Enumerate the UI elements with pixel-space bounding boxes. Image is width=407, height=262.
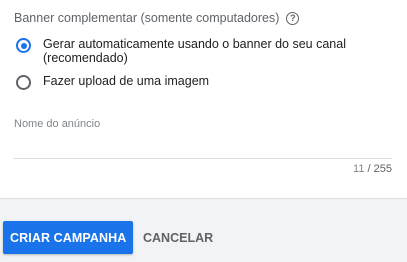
radio-option-auto-banner[interactable]: Gerar automaticamente usando o banner do… [16,37,373,65]
character-count-separator: / [364,163,374,175]
radio-option-upload-image[interactable]: Fazer upload de uma imagem [16,74,373,90]
cancel-button[interactable]: CANCELAR [136,221,220,254]
ad-name-field[interactable]: Nome do anúncio [14,112,392,159]
banner-section-title: Banner complementar (somente computadore… [14,11,300,25]
radio-button-unselected-icon[interactable] [16,75,31,90]
character-count-max: 255 [373,163,392,175]
radio-option-auto-banner-label: Gerar automaticamente usando o banner do… [43,37,346,65]
help-circle-icon[interactable]: ? [286,11,300,25]
radio-button-selected-icon[interactable] [16,38,31,53]
action-footer: CRIAR CAMPANHA CANCELAR [0,198,407,262]
form-card: Banner complementar (somente computadore… [0,0,407,198]
create-campaign-button[interactable]: CRIAR CAMPANHA [3,221,134,254]
character-counter: 11 / 255 [353,163,392,175]
banner-section-title-text: Banner complementar (somente computadore… [14,11,280,25]
radio-option-upload-image-label: Fazer upload de uma imagem [43,74,210,88]
character-count-used: 11 [353,163,365,175]
ad-name-field-label: Nome do anúncio [14,118,101,130]
radio-dot [20,42,27,49]
ad-name-input[interactable] [14,134,392,154]
